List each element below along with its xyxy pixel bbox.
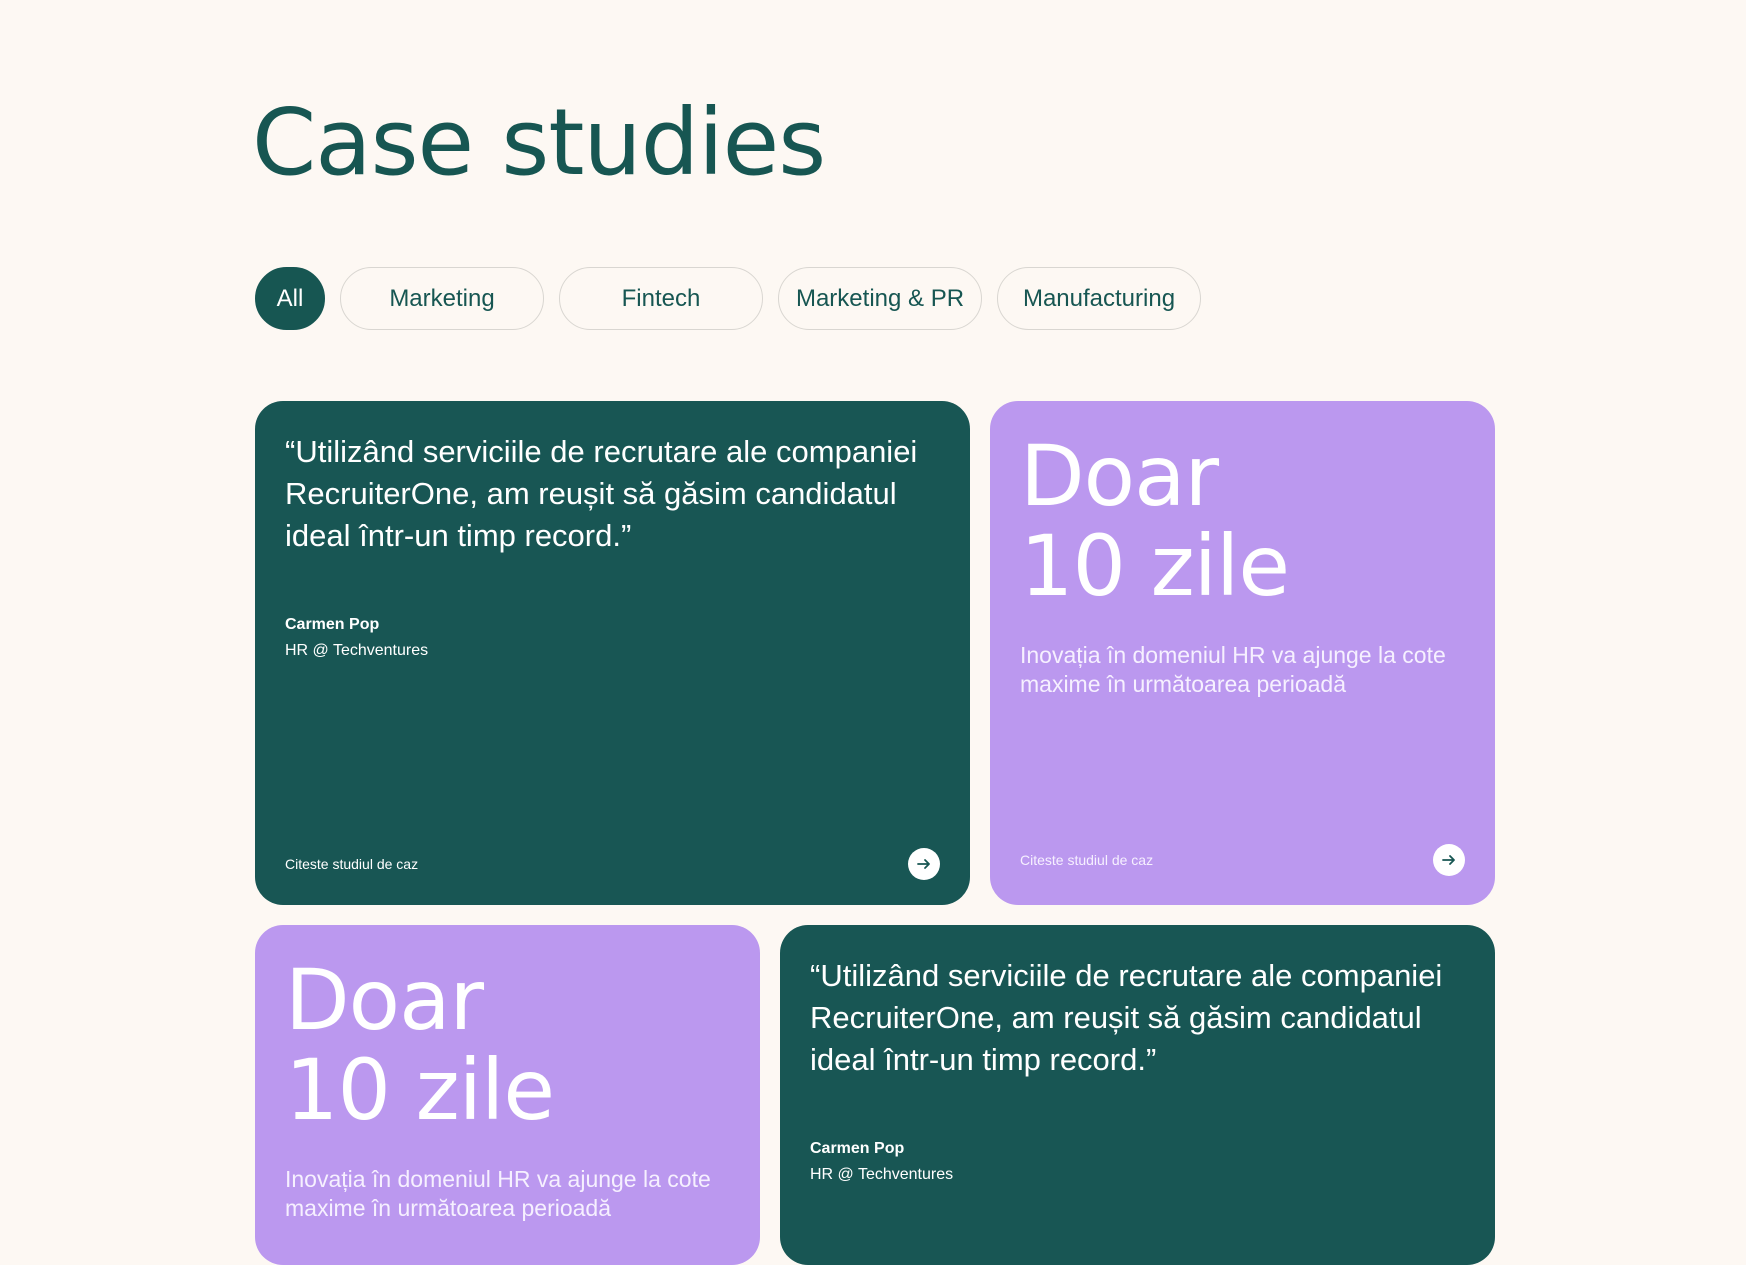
filter-chip-marketing-pr[interactable]: Marketing & PR [778,267,982,330]
arrow-right-icon[interactable] [1433,844,1465,876]
stat-headline-line2: 10 zile [285,1041,555,1139]
filter-bar: All Marketing Fintech Marketing & PR Man… [255,267,1201,330]
stat-headline-line1: Doar [285,951,484,1049]
stat-description: Inovația în domeniul HR va ajunge la cot… [285,1166,711,1221]
author-name: Carmen Pop [285,616,380,633]
stat-description: Inovația în domeniul HR va ajunge la cot… [1020,642,1446,697]
testimonial-quote: “Utilizând serviciile de recrutare ale c… [810,958,1443,1077]
author-role: HR @ Techventures [810,1166,954,1183]
case-study-card-stat[interactable]: Doar 10 zile Inovația în domeniul HR va … [990,401,1495,905]
testimonial-quote: “Utilizând serviciile de recrutare ale c… [285,434,918,553]
author-name: Carmen Pop [810,1140,905,1157]
filter-chip-marketing[interactable]: Marketing [340,267,544,330]
arrow-right-icon[interactable] [908,848,940,880]
case-study-card-stat[interactable]: Doar 10 zile Inovația în domeniul HR va … [255,925,760,1265]
card-footer: Citeste studiul de caz [285,848,940,880]
card-footer: Citeste studiul de caz [1020,844,1465,876]
read-case-study-link[interactable]: Citeste studiul de caz [285,856,418,872]
case-study-card-quote[interactable]: “Utilizând serviciile de recrutare ale c… [255,401,970,905]
filter-chip-fintech[interactable]: Fintech [559,267,763,330]
stat-headline-line1: Doar [1020,427,1219,525]
read-case-study-link[interactable]: Citeste studiul de caz [1020,852,1153,868]
page-title: Case studies [252,89,826,196]
stat-headline-line2: 10 zile [1020,517,1290,615]
case-study-card-quote[interactable]: “Utilizând serviciile de recrutare ale c… [780,925,1495,1265]
filter-chip-manufacturing[interactable]: Manufacturing [997,267,1201,330]
filter-chip-all[interactable]: All [255,267,325,330]
author-role: HR @ Techventures [285,642,429,659]
